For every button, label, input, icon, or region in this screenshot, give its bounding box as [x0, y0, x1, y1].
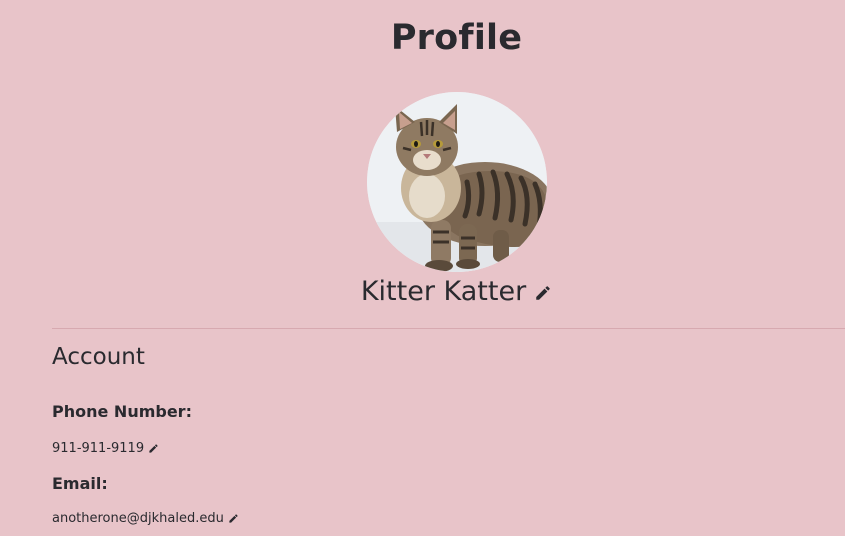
email-value: anotherone@djkhaled.edu: [52, 511, 224, 526]
phone-value: 911-911-9119: [52, 441, 145, 456]
profile-name: Kitter Katter: [360, 276, 527, 307]
phone-field: 911-911-9119: [52, 441, 159, 457]
cat-photo: [367, 92, 547, 272]
account-heading: Account: [52, 344, 145, 370]
pencil-icon[interactable]: [534, 284, 552, 302]
email-label: Email:: [52, 474, 108, 493]
email-field: anotherone@djkhaled.edu: [52, 511, 239, 527]
section-divider: [52, 328, 845, 329]
pencil-icon[interactable]: [228, 513, 239, 524]
profile-page: Profile Kitter Katter Account Phone Numb…: [0, 0, 845, 536]
page-title: Profile: [390, 18, 523, 58]
profile-name-row: Kitter Katter: [0, 274, 845, 310]
phone-label: Phone Number:: [52, 402, 192, 421]
avatar: [367, 92, 547, 272]
pencil-icon[interactable]: [148, 443, 159, 454]
